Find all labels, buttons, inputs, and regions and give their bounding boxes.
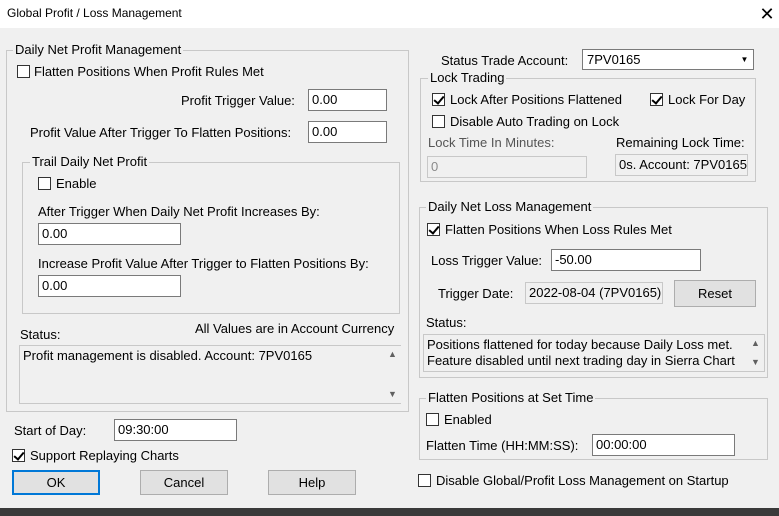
loss-flatten-checkbox[interactable] <box>427 223 440 236</box>
remaining-lock-value: 0s. Account: 7PV0165 <box>615 154 748 176</box>
loss-status-line-1: Positions flattened for today because Da… <box>427 337 733 352</box>
close-icon[interactable]: ✕ <box>756 3 778 25</box>
trigger-date-label: Trigger Date: <box>438 286 514 301</box>
remaining-lock-label: Remaining Lock Time: <box>616 135 745 150</box>
disable-auto-trading-label: Disable Auto Trading on Lock <box>450 114 620 129</box>
chevron-up-icon[interactable]: ▲ <box>747 335 764 352</box>
profit-trigger-input[interactable]: 0.00 <box>308 89 387 111</box>
lock-after-flattened-checkbox[interactable] <box>432 93 445 106</box>
account-selected-value: 7PV0165 <box>587 52 641 67</box>
flatten-time-input[interactable]: 00:00:00 <box>592 434 735 456</box>
disable-on-startup-label: Disable Global/Profit Loss Management on… <box>436 473 729 488</box>
set-time-enabled-checkbox[interactable] <box>426 413 439 426</box>
trail-increases-input[interactable]: 0.00 <box>38 223 181 245</box>
profit-status-message: Profit management is disabled. Account: … <box>23 348 313 363</box>
profit-after-trigger-label: Profit Value After Trigger To Flatten Po… <box>30 125 292 140</box>
profit-flatten-label: Flatten Positions When Profit Rules Met <box>34 64 264 79</box>
trail-increase-value-input[interactable]: 0.00 <box>38 275 181 297</box>
profit-status-text: Profit management is disabled. Account: … <box>19 345 401 404</box>
profit-legend: Daily Net Profit Management <box>13 42 184 58</box>
set-time-legend: Flatten Positions at Set Time <box>426 390 596 406</box>
loss-legend: Daily Net Loss Management <box>426 199 594 215</box>
lock-after-flattened-label: Lock After Positions Flattened <box>450 92 622 107</box>
loss-status-label: Status: <box>426 315 467 330</box>
loss-status-text: Positions flattened for today because Da… <box>423 334 765 372</box>
lock-for-day-label: Lock For Day <box>668 92 746 107</box>
trail-increases-label: After Trigger When Daily Net Profit Incr… <box>38 204 320 219</box>
reset-button[interactable]: Reset <box>674 280 756 307</box>
lock-for-day-checkbox[interactable] <box>650 93 663 106</box>
support-replay-label: Support Replaying Charts <box>30 448 179 463</box>
currency-note: All Values are in Account Currency <box>195 321 395 336</box>
trail-enable-label: Enable <box>56 176 97 191</box>
profit-status-scrollbar[interactable]: ▲ ▼ <box>384 346 401 403</box>
loss-trigger-input[interactable]: -50.00 <box>551 249 701 271</box>
support-replay-checkbox[interactable] <box>12 449 25 462</box>
flatten-time-label: Flatten Time (HH:MM:SS): <box>426 438 579 453</box>
loss-flatten-label: Flatten Positions When Loss Rules Met <box>445 222 672 237</box>
trail-increase-value-label: Increase Profit Value After Trigger to F… <box>38 256 369 271</box>
help-button[interactable]: Help <box>268 470 356 495</box>
start-of-day-label: Start of Day: <box>14 423 87 438</box>
lock-legend: Lock Trading <box>428 70 507 86</box>
disable-on-startup-checkbox[interactable] <box>418 474 431 487</box>
profit-after-trigger-input[interactable]: 0.00 <box>308 121 387 143</box>
profit-status-label: Status: <box>20 327 61 342</box>
chevron-up-icon[interactable]: ▲ <box>384 346 401 363</box>
chevron-down-icon[interactable]: ▼ <box>736 50 753 69</box>
background-strip <box>0 508 779 516</box>
profit-trigger-label: Profit Trigger Value: <box>181 93 295 108</box>
set-time-enabled-label: Enabled <box>444 412 492 427</box>
trail-legend: Trail Daily Net Profit <box>30 154 150 170</box>
start-of-day-input[interactable]: 09:30:00 <box>114 419 237 441</box>
loss-trigger-label: Loss Trigger Value: <box>431 253 543 268</box>
account-select[interactable]: 7PV0165 ▼ <box>582 49 754 70</box>
account-label: Status Trade Account: <box>441 53 569 68</box>
loss-status-scrollbar[interactable]: ▲ ▼ <box>747 335 764 371</box>
loss-status-line-2: Feature disabled until next trading day … <box>427 353 735 368</box>
window-title: Global Profit / Loss Management <box>7 6 182 20</box>
trigger-date-value: 2022-08-04 (7PV0165) <box>525 282 663 304</box>
disable-auto-trading-checkbox[interactable] <box>432 115 445 128</box>
lock-time-label: Lock Time In Minutes: <box>428 135 555 150</box>
ok-button[interactable]: OK <box>12 470 100 495</box>
chevron-down-icon[interactable]: ▼ <box>747 354 764 371</box>
profit-flatten-checkbox[interactable] <box>17 65 30 78</box>
cancel-button[interactable]: Cancel <box>140 470 228 495</box>
lock-time-input[interactable]: 0 <box>427 156 587 178</box>
chevron-down-icon[interactable]: ▼ <box>384 386 401 403</box>
trail-enable-checkbox[interactable] <box>38 177 51 190</box>
